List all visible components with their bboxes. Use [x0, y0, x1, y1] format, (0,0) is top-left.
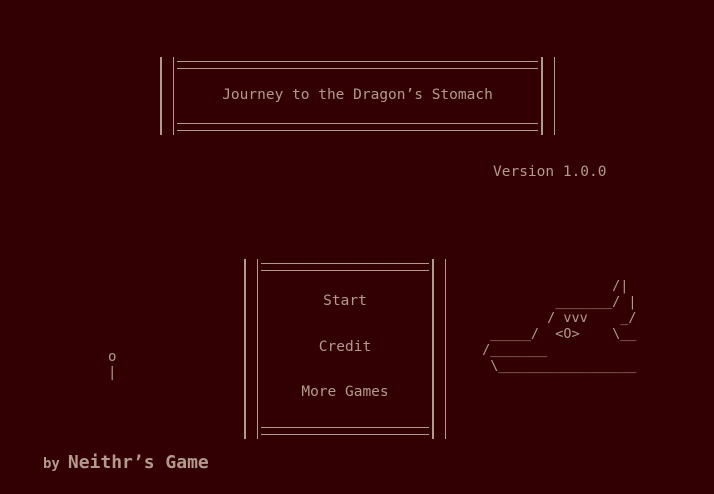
start-button[interactable]: Start	[244, 293, 446, 309]
dragon-ascii: /| _______/ | / vvv _/ _____/ <O> \__ /_…	[482, 278, 637, 374]
main-menu: Start Credit More Games	[244, 257, 446, 441]
title-frame-bottom-border	[160, 119, 555, 135]
more-games-button[interactable]: More Games	[244, 384, 446, 400]
candle-art: o |	[108, 349, 116, 381]
credit-by-label: by	[43, 456, 60, 472]
title-frame-top-border	[160, 57, 555, 73]
version-label: Version 1.0.0	[493, 164, 607, 180]
menu-frame-bottom-border	[244, 423, 446, 439]
title-frame: Journey to the Dragon’s Stomach	[160, 55, 555, 137]
candle-ascii: o |	[108, 349, 117, 381]
game-title: Journey to the Dragon’s Stomach	[222, 87, 493, 103]
author-name: Neithr’s Game	[67, 452, 209, 473]
dragon-art: /| _______/ | / vvv _/ _____/ <O> \__ /_…	[474, 278, 637, 374]
menu-frame-top-border	[244, 259, 446, 275]
author-credit: by Neithr’s Game	[43, 452, 209, 473]
credit-button[interactable]: Credit	[244, 339, 446, 355]
